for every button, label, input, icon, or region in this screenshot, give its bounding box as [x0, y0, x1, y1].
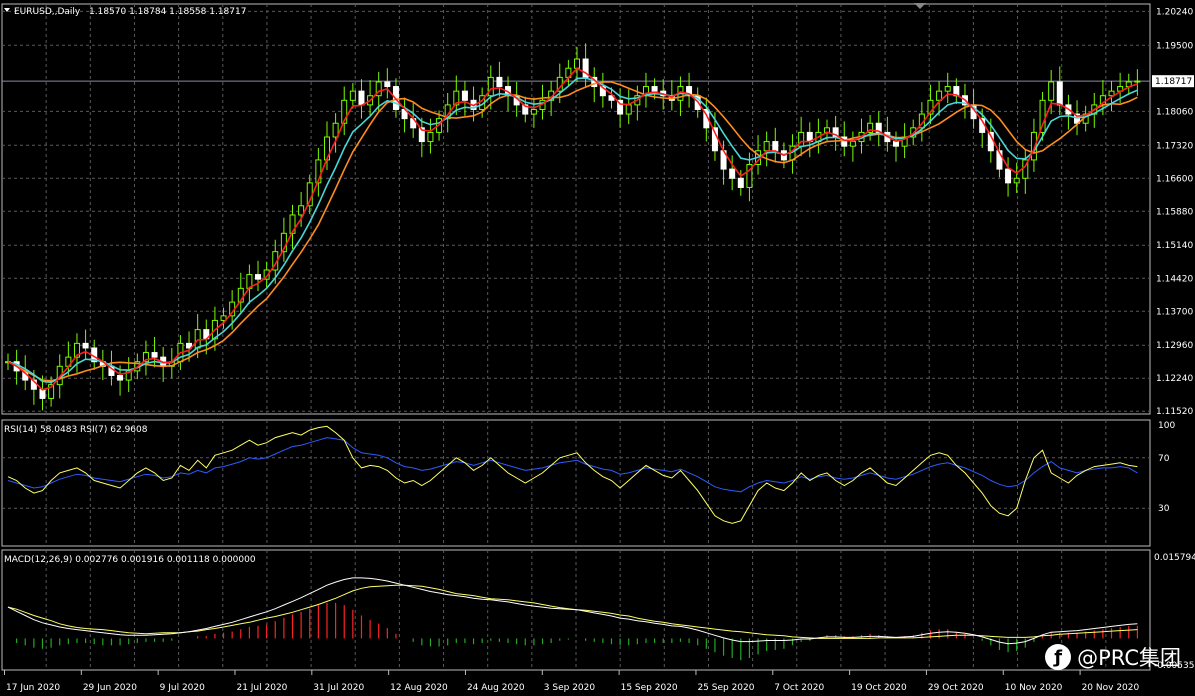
time-tick-label: 29 Oct 2020	[928, 683, 984, 693]
candle-body[interactable]	[151, 352, 158, 358]
prc-logo-icon: ƒ	[1045, 644, 1072, 670]
candle-body[interactable]	[729, 168, 736, 179]
candle-body[interactable]	[194, 329, 201, 349]
candle-body[interactable]	[82, 342, 89, 349]
time-tick-label: 7 Oct 2020	[774, 683, 824, 693]
candle-body[interactable]	[487, 76, 494, 97]
price-tick-label: 1.18060	[1156, 107, 1193, 117]
candle-body[interactable]	[358, 90, 365, 106]
price-tick-label: 1.12960	[1156, 341, 1193, 351]
price-axis: 1.20240 1.19500 1.18717 1.18060 1.17320 1.166…	[1152, 7, 1195, 671]
price-tick-label: 1.17320	[1156, 141, 1193, 151]
chart-shift-marker-icon[interactable]	[914, 3, 926, 9]
price-tick-label: 1.11520	[1156, 407, 1193, 417]
time-tick-label: 12 Aug 2020	[390, 683, 448, 693]
macd-label: MACD(12,26,9) 0.002776 0.001916 0.001118…	[4, 555, 256, 565]
watermark: ƒ @PRC集团	[1045, 642, 1181, 672]
time-tick-label: 21 Jul 2020	[236, 683, 287, 693]
rsi-tick-label: 100	[1158, 421, 1175, 431]
candle-body[interactable]	[530, 108, 537, 115]
watermark-text: @PRC集团	[1077, 646, 1181, 670]
time-axis: 17 Jun 2020 29 Jun 2020 9 Jul 2020 21 Jul 2…	[4, 670, 1140, 693]
time-tick-label: 31 Jul 2020	[313, 683, 364, 693]
rsi-tick-label: 30	[1158, 504, 1170, 514]
price-tick-label: 1.13700	[1156, 307, 1193, 317]
price-panel[interactable]	[5, 43, 1141, 411]
price-tick-label: 1.20240	[1156, 7, 1193, 17]
macd-tick-label: 0.015794	[1154, 553, 1195, 563]
ma-slow-line	[7, 81, 1138, 382]
candle-body[interactable]	[1005, 168, 1012, 184]
macd-panel[interactable]	[7, 577, 1138, 661]
price-tick-label: 1.15880	[1156, 207, 1193, 217]
rsi-tick-label: 70	[1158, 454, 1170, 464]
candle-body[interactable]	[427, 131, 434, 143]
ohlc-label: 1.18570 1.18784 1.18558 1.18717	[89, 7, 246, 17]
candle-body[interactable]	[349, 90, 356, 101]
candle-body[interactable]	[944, 86, 951, 92]
rsi14-line	[7, 437, 1138, 493]
time-tick-label: 19 Oct 2020	[851, 683, 907, 693]
candle-body[interactable]	[461, 90, 468, 101]
time-tick-label: 17 Jun 2020	[6, 683, 60, 693]
candle-body[interactable]	[849, 141, 856, 147]
candle-body[interactable]	[1013, 177, 1020, 184]
time-tick-label: 20 Nov 2020	[1082, 683, 1140, 693]
ma-fast-line	[7, 67, 1138, 391]
candle-body[interactable]	[496, 76, 503, 88]
candle-body[interactable]	[737, 177, 744, 188]
time-tick-label: 9 Jul 2020	[160, 683, 205, 693]
candle-body[interactable]	[1056, 81, 1063, 106]
trading-chart[interactable]: 1.20240 1.19500 1.18717 1.18060 1.17320 1.166…	[0, 0, 1195, 696]
time-tick-label: 10 Nov 2020	[1005, 683, 1063, 693]
candle-body[interactable]	[625, 104, 632, 115]
price-tick-label: 1.19500	[1156, 41, 1193, 51]
price-tick-label: 1.14420	[1156, 274, 1193, 284]
time-tick-label: 24 Aug 2020	[467, 683, 525, 693]
candle-body[interactable]	[651, 86, 658, 92]
time-tick-label: 29 Jun 2020	[83, 683, 137, 693]
candle-body[interactable]	[763, 141, 770, 152]
time-tick-label: 25 Sep 2020	[697, 683, 754, 693]
current-price-label: 1.18717	[1155, 77, 1192, 87]
grid-lines	[1, 3, 1151, 671]
rsi7-line	[7, 425, 1138, 524]
rsi-label: RSI(14) 58.0483 RSI(7) 62.9608	[4, 425, 148, 435]
candle-body[interactable]	[1048, 81, 1055, 101]
candle-body[interactable]	[574, 58, 580, 69]
time-tick-label: 3 Sep 2020	[544, 683, 596, 693]
time-tick-label: 15 Sep 2020	[621, 683, 678, 693]
macd-main-line	[7, 577, 1138, 645]
price-tick-label: 1.15140	[1156, 241, 1193, 251]
macd-signal-line	[7, 584, 1138, 639]
candle-body[interactable]	[1134, 80, 1141, 83]
candle-body[interactable]	[892, 141, 899, 147]
ma-mid-line	[7, 77, 1138, 384]
symbol-label: EURUSD,,Daily	[14, 7, 81, 17]
candle-body[interactable]	[772, 141, 779, 152]
price-tick-label: 1.12240	[1156, 374, 1193, 384]
candle-body[interactable]	[936, 90, 943, 101]
rsi-panel[interactable]	[7, 425, 1138, 524]
candle-body[interactable]	[384, 81, 391, 88]
candle-body[interactable]	[117, 374, 124, 381]
price-tick-label: 1.16600	[1156, 174, 1193, 184]
candle-body[interactable]	[255, 274, 262, 280]
